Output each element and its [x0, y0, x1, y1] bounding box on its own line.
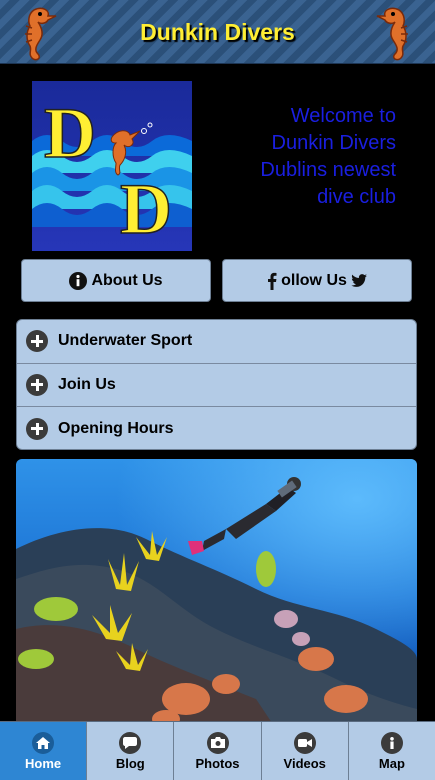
nav-item-photos[interactable]: Photos — [174, 722, 262, 780]
reef-diver-photo — [16, 459, 417, 729]
logo-letter-top: D — [44, 93, 96, 173]
welcome-line: dive club — [317, 186, 396, 208]
info-icon — [69, 271, 88, 290]
comment-icon — [119, 731, 142, 754]
nav-label: Videos — [283, 755, 326, 771]
accordion-item-label: Underwater Sport — [58, 332, 193, 350]
plus-icon — [26, 330, 48, 353]
header-bar: Dunkin Divers — [0, 0, 435, 64]
info-icon — [380, 731, 403, 754]
nav-item-blog[interactable]: Blog — [87, 722, 175, 780]
nav-item-home[interactable]: Home — [0, 722, 88, 780]
nav-label: Home — [25, 755, 62, 771]
welcome-line: Dublins newest — [260, 159, 396, 181]
club-logo: D D — [32, 81, 192, 251]
twitter-icon — [351, 273, 367, 287]
facebook-icon — [268, 272, 277, 290]
info-accordion: Underwater Sport Join Us Opening Hours — [16, 319, 417, 450]
home-icon — [32, 731, 55, 754]
welcome-line: Dunkin Divers — [271, 132, 396, 154]
accordion-item-underwater-sport[interactable]: Underwater Sport — [17, 320, 416, 364]
accordion-item-join-us[interactable]: Join Us — [17, 364, 416, 408]
welcome-line: Welcome to — [290, 105, 396, 127]
about-us-button[interactable]: About Us — [21, 259, 211, 302]
bottom-navbar: Home Blog Photos Videos Map — [0, 721, 435, 780]
follow-us-label: ollow Us — [281, 271, 347, 289]
accordion-item-label: Join Us — [58, 375, 116, 393]
nav-label: Map — [378, 755, 405, 771]
welcome-message: Welcome to Dunkin Divers Dublins newest … — [220, 103, 396, 211]
plus-icon — [26, 373, 48, 396]
about-us-label: About Us — [91, 271, 163, 289]
nav-item-videos[interactable]: Videos — [261, 722, 349, 780]
nav-label: Blog — [115, 755, 145, 771]
video-icon — [293, 731, 316, 754]
camera-icon — [206, 731, 229, 754]
logo-letter-bottom: D — [120, 169, 172, 249]
app-title: Dunkin Divers — [140, 19, 295, 45]
accordion-item-label: Opening Hours — [58, 419, 174, 437]
accordion-item-opening-hours[interactable]: Opening Hours — [17, 407, 416, 449]
follow-us-button[interactable]: ollow Us — [222, 259, 412, 302]
plus-icon — [26, 417, 48, 440]
nav-item-map[interactable]: Map — [348, 722, 435, 780]
seahorse-icon — [376, 7, 408, 61]
nav-label: Photos — [195, 755, 240, 771]
page: Dunkin Divers D D Welcome to Dunkin Dive… — [0, 0, 435, 780]
